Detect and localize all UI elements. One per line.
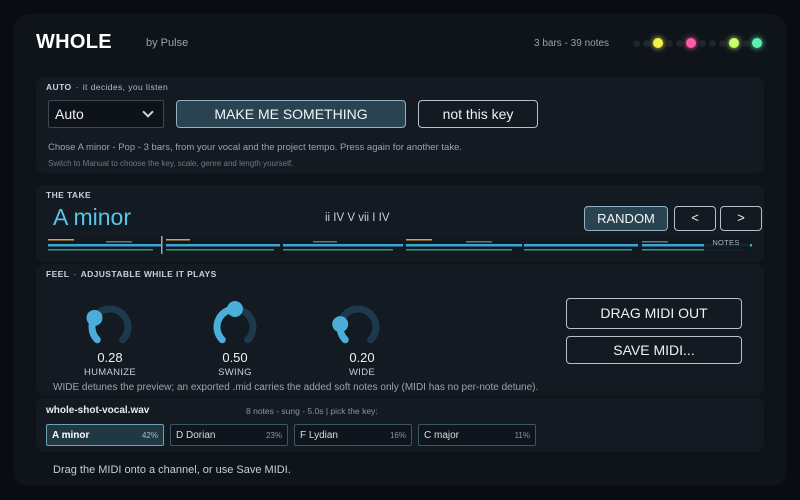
app-title: WHOLE (36, 31, 112, 53)
activity-light (699, 39, 706, 47)
activity-light (719, 39, 726, 47)
swing-value: 0.50 (222, 350, 248, 365)
footer-hint: Drag the MIDI onto a channel, or use Sav… (53, 464, 291, 476)
take-summary: 3 bars - 39 notes (534, 38, 610, 49)
activity-light (686, 38, 696, 48)
activity-light (752, 38, 762, 48)
key-candidate-label: A minor (52, 430, 90, 441)
note-bar (166, 244, 280, 247)
key-candidate-d-dorian[interactable]: D Dorian 23% (170, 424, 288, 446)
app-byline: by Pulse (146, 37, 189, 49)
activity-light (633, 39, 640, 47)
feel-panel-title: FEEL - ADJUSTABLE WHILE IT PLAYS (46, 269, 217, 279)
humanize-label: HUMANIZE (83, 367, 136, 378)
key-candidate-label: F Lydian (300, 430, 338, 441)
mode-select-value: Auto (55, 106, 84, 122)
auto-hint: Switch to Manual to choose the key, scal… (48, 159, 294, 168)
feel-subtitle: ADJUSTABLE WHILE IT PLAYS (80, 269, 217, 279)
auto-panel-title: AUTO - it decides, you listen (46, 82, 169, 92)
take-title: THE TAKE (46, 190, 92, 200)
drag-midi-out-button[interactable]: DRAG MIDI OUT (566, 298, 742, 329)
key-candidate-c-major[interactable]: C major 11% (418, 424, 536, 446)
note-bar (524, 244, 638, 247)
auto-title: AUTO (46, 82, 72, 92)
auto-panel: AUTO - it decides, you listen Auto MAKE ME… (36, 77, 764, 173)
source-file-panel: whole-shot-vocal.wav 8 notes - sung - 5.… (36, 398, 764, 452)
key-candidate-percent: 23% (265, 431, 282, 440)
source-file-name: whole-shot-vocal.wav (46, 405, 150, 416)
activity-light (643, 39, 650, 47)
knob-thumb (227, 301, 243, 317)
note-bar (48, 249, 153, 251)
feel-note: WIDE detunes the preview; an exported .m… (53, 382, 539, 393)
notes-label: NOTES (712, 238, 740, 247)
activity-light (666, 39, 673, 47)
key-candidate-label: D Dorian (176, 430, 216, 441)
feel-panel: FEEL - ADJUSTABLE WHILE IT PLAYS 0.28 HUMA… (36, 264, 764, 395)
random-button[interactable]: RANDOM (584, 206, 668, 231)
mode-select[interactable]: Auto (48, 100, 164, 128)
note-bar (406, 239, 432, 241)
swing-label: SWING (218, 367, 252, 378)
activity-light (729, 38, 739, 48)
activity-lights (633, 37, 762, 49)
note-bar (283, 249, 393, 251)
previous-take-button[interactable]: < (674, 206, 716, 231)
activity-light (653, 38, 663, 48)
key-candidate-percent: 42% (141, 431, 158, 440)
key-candidate-a-minor[interactable]: A minor 42% (46, 424, 164, 446)
take-key: A minor (53, 204, 131, 230)
knob-thumb (332, 316, 349, 333)
next-take-button[interactable]: > (720, 206, 762, 231)
auto-subtitle: it decides, you listen (82, 82, 169, 92)
key-candidate-label: C major (424, 430, 460, 441)
note-bar (106, 241, 132, 243)
activity-light (676, 39, 683, 47)
knob-thumb (86, 309, 103, 326)
note-bar (466, 241, 492, 243)
feel-title: FEEL (46, 269, 70, 279)
playhead (161, 236, 163, 254)
wide-label: WIDE (348, 367, 375, 378)
take-panel-title: THE TAKE (46, 190, 91, 200)
activity-light (742, 39, 749, 47)
humanize-value: 0.28 (97, 350, 123, 365)
piano-roll[interactable] (48, 236, 752, 254)
take-panel: THE TAKE A minor ii IV V vii I IV RANDOM… (36, 185, 764, 262)
source-file-info: 8 notes - sung - 5.0s | pick the key: (246, 406, 378, 416)
note-bar (48, 239, 74, 241)
note-bar (166, 249, 274, 251)
key-candidate-f-lydian[interactable]: F Lydian 16% (294, 424, 412, 446)
wide-knob[interactable] (328, 297, 388, 357)
make-something-button[interactable]: MAKE ME SOMETHING (176, 100, 406, 128)
wide-value: 0.20 (349, 350, 375, 365)
note-bar (166, 239, 190, 241)
save-midi-button[interactable]: SAVE MIDI... (566, 336, 742, 364)
plugin-window: WHOLE by Pulse 3 bars - 39 notes AUTO - it… (14, 14, 786, 486)
swing-knob[interactable] (205, 297, 265, 357)
key-candidate-percent: 11% (514, 431, 530, 440)
note-bar (313, 241, 337, 243)
humanize-knob[interactable] (80, 297, 140, 357)
chord-progression: ii IV V vii I IV (325, 212, 390, 224)
note-bar (524, 249, 632, 251)
chevron-down-icon (142, 106, 154, 118)
note-bar (406, 249, 512, 251)
note-bar (642, 241, 668, 243)
activity-light (709, 39, 716, 47)
note-bar (406, 244, 522, 247)
note-bar (283, 244, 403, 247)
note-bar (48, 244, 161, 247)
auto-description: Chose A minor - Pop - 3 bars, from your … (48, 142, 462, 153)
not-this-key-button[interactable]: not this key (418, 100, 538, 128)
key-candidate-percent: 16% (389, 431, 406, 440)
